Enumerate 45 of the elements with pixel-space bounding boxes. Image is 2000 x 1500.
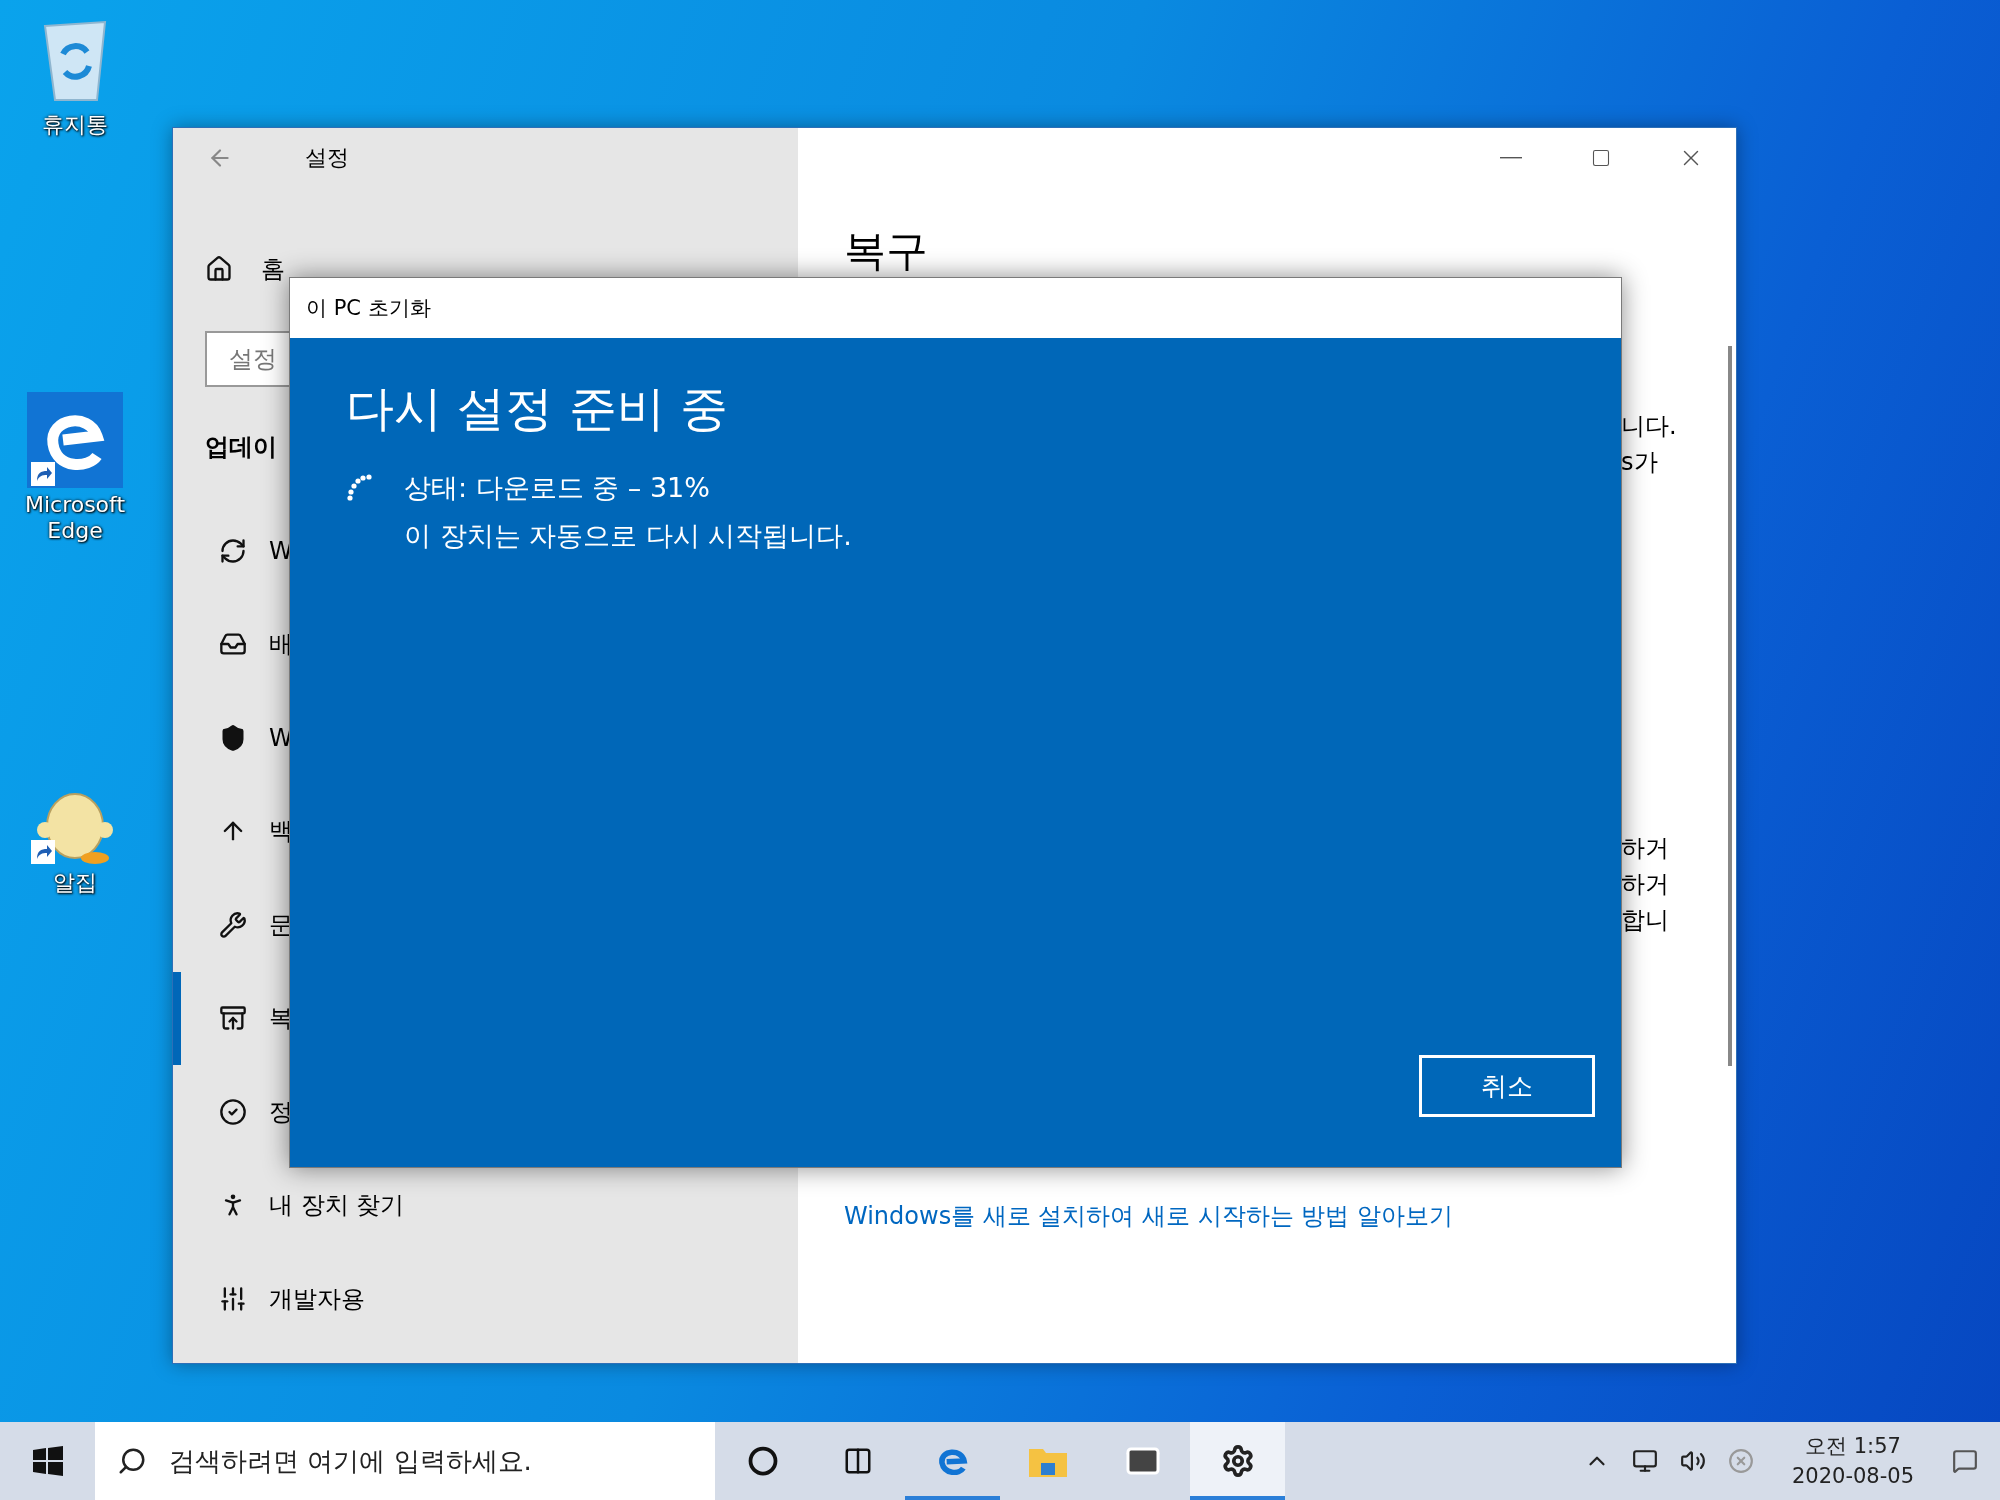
clock-date: 2020-08-05 <box>1791 1463 1914 1490</box>
help-link[interactable]: Windows를 새로 설치하여 새로 시작하는 방법 알아보기 <box>844 1200 1736 1232</box>
body-text: 니다. <box>1621 411 1678 442</box>
scrollbar[interactable] <box>1728 346 1732 1066</box>
maximize-icon <box>1591 148 1611 168</box>
restart-note: 이 장치는 자동으로 다시 시작됩니다. <box>404 519 852 553</box>
clock-time: 오전 1:57 <box>1805 1433 1901 1460</box>
windows-logo-icon <box>32 1446 63 1476</box>
dialog-heading: 다시 설정 준비 중 <box>346 379 729 438</box>
nav-item[interactable]: 배 <box>173 597 798 691</box>
nav-item-label[interactable]: 홈 <box>261 253 285 285</box>
check-circle-icon <box>219 1097 247 1126</box>
restore-icon <box>219 1004 247 1033</box>
minimize-icon <box>1500 157 1522 159</box>
cancel-button[interactable]: 취소 <box>1419 1055 1595 1117</box>
nav-item[interactable]: 개발자용 <box>173 1252 798 1346</box>
x-circle-icon <box>1727 1448 1754 1474</box>
taskbar-search-box[interactable]: 검색하려면 여기에 입력하세요. <box>95 1422 715 1500</box>
home-icon[interactable] <box>205 255 233 283</box>
body-text: 하거 <box>1621 833 1670 864</box>
status-text: 상태: 다운로드 중 – 31% <box>404 471 711 505</box>
nav-item[interactable]: 내 장치 찾기 <box>173 1158 798 1252</box>
body-text: s가 <box>1621 447 1659 478</box>
search-icon <box>117 1446 147 1476</box>
taskbar-app-button[interactable] <box>1190 1422 1285 1500</box>
sync-icon <box>219 536 247 565</box>
window-title: 설정 <box>305 144 349 172</box>
body-text: 하거 <box>1621 869 1670 900</box>
section-heading: 업데이 <box>205 432 278 463</box>
taskbar-search-field[interactable]: 검색하려면 여기에 입력하세요. <box>167 1445 691 1477</box>
nav-item[interactable]: 정 <box>173 1065 798 1159</box>
speaker-icon <box>1679 1448 1706 1474</box>
speech-bubble-icon <box>1952 1448 1978 1474</box>
nav-item[interactable]: 백 <box>173 784 798 878</box>
wrench-icon <box>219 910 247 939</box>
sliders-icon <box>219 1284 247 1313</box>
edge-logo-icon <box>27 392 123 488</box>
dialog-title: 이 PC 초기화 <box>306 295 431 322</box>
clock[interactable]: 오전 1:57 2020-08-05 <box>1791 1431 1914 1491</box>
settings-icon <box>1220 1444 1255 1478</box>
circle-icon <box>747 1446 778 1476</box>
body-text: 합니 <box>1621 905 1670 936</box>
page-heading: 복구 <box>844 226 929 276</box>
nav-item[interactable]: 문 <box>173 878 798 972</box>
monitor-icon <box>1631 1448 1658 1474</box>
